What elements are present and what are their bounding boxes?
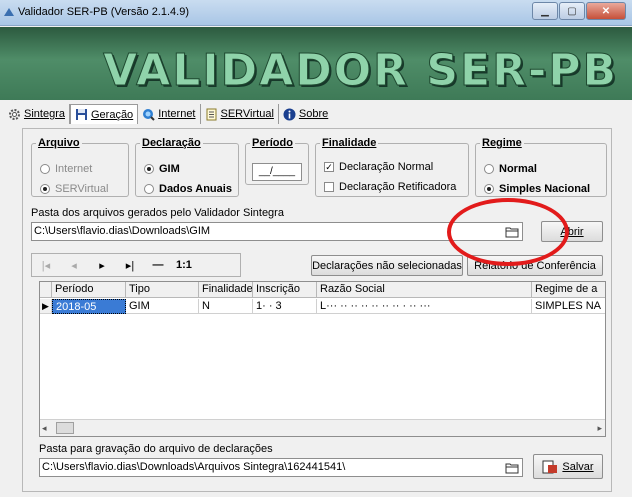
title-bar: Validador SER-PB (Versão 2.1.4.9) ▁ ▢ ✕ <box>0 0 632 26</box>
row-indicator-header <box>40 282 52 298</box>
last-record-button[interactable]: ▸| <box>116 259 144 272</box>
regime-simples-radio[interactable]: Simples Nacional <box>484 183 590 195</box>
source-folder-label: Pasta dos arquivos gerados pelo Validado… <box>31 207 284 219</box>
arquivo-servirtual-radio[interactable]: SERVirtual <box>40 183 108 195</box>
dest-folder-input[interactable]: C:\Users\flavio.dias\Downloads\Arquivos … <box>39 458 523 477</box>
record-navigator: |◂ ◂ ▸ ▸| — 1:1 <box>31 253 241 277</box>
folder-icon <box>505 463 519 473</box>
delete-record-button[interactable]: — <box>144 259 172 271</box>
scroll-left-arrow[interactable]: ◂ <box>42 423 47 434</box>
regime-label: Regime <box>482 137 522 149</box>
table-cell-finalidade[interactable]: N <box>199 299 253 314</box>
checkbox-indicator: ✓ <box>324 162 334 172</box>
gear-icon <box>9 108 20 120</box>
scroll-right-arrow[interactable]: ▸ <box>597 423 602 434</box>
declaracao-anuais-radio[interactable]: Dados Anuais <box>144 183 232 195</box>
tab-sintegra[interactable]: Sintegra <box>4 104 70 124</box>
option-label: Declaração Retificadora <box>339 181 457 193</box>
option-label: GIM <box>159 163 180 175</box>
finalidade-normal-checkbox[interactable]: ✓ Declaração Normal <box>324 161 433 173</box>
option-label: Dados Anuais <box>159 183 232 195</box>
regime-normal-radio[interactable]: Normal <box>484 163 537 175</box>
option-label: Normal <box>499 163 537 175</box>
tab-geracao[interactable]: Geração <box>69 104 139 124</box>
maximize-button[interactable]: ▢ <box>559 2 585 20</box>
option-label: Declaração Normal <box>339 161 434 173</box>
declarations-grid[interactable]: Período Tipo Finalidade Inscrição Razão … <box>39 281 606 437</box>
tab-internet[interactable]: Internet <box>138 104 201 124</box>
option-label: SERVirtual <box>55 183 109 195</box>
banner: VALIDADOR SER-PB <box>0 27 632 100</box>
first-record-button[interactable]: |◂ <box>32 259 60 272</box>
checkbox-indicator <box>324 182 334 192</box>
prior-record-button[interactable]: ◂ <box>60 259 88 272</box>
record-position: 1:1 <box>176 259 192 271</box>
dest-folder-label: Pasta para gravação do arquivo de declar… <box>39 443 273 455</box>
tab-label: Geração <box>90 108 134 121</box>
tab-servirtual[interactable]: SERVirtual <box>201 104 279 124</box>
horizontal-scrollbar[interactable]: ◂ ▸ <box>40 419 605 436</box>
tab-label: Sobre <box>298 108 329 120</box>
column-header-razao-social[interactable]: Razão Social <box>317 282 532 298</box>
table-cell-razao-social[interactable]: L··· ·· ·· ·· ·· ·· ·· · ·· ··· <box>317 299 532 314</box>
column-header-finalidade[interactable]: Finalidade <box>199 282 253 298</box>
periodo-group: Período __/____ <box>245 137 309 185</box>
column-header-periodo[interactable]: Período <box>52 282 126 298</box>
banner-logo-text: VALIDADOR SER-PB <box>103 45 618 97</box>
app-icon <box>4 8 14 16</box>
next-record-button[interactable]: ▸ <box>88 259 116 272</box>
tab-label: SERVirtual <box>220 108 274 120</box>
arquivo-internet-radio[interactable]: Internet <box>40 163 92 175</box>
option-label: Simples Nacional <box>499 183 591 195</box>
globe-search-icon <box>143 108 155 121</box>
finalidade-group: Finalidade ✓ Declaração Normal Declaração… <box>315 137 469 197</box>
radio-indicator <box>144 184 154 194</box>
info-icon <box>283 108 296 120</box>
close-button[interactable]: ✕ <box>586 2 626 20</box>
window-title: Validador SER-PB (Versão 2.1.4.9) <box>18 6 189 18</box>
arquivo-group: Arquivo Internet SERVirtual <box>31 137 129 197</box>
declaracao-label: Declaração <box>142 137 201 149</box>
scroll-thumb[interactable] <box>56 422 74 434</box>
declaracao-gim-radio[interactable]: GIM <box>144 163 180 175</box>
radio-indicator <box>484 164 494 174</box>
radio-indicator <box>484 184 494 194</box>
table-cell-tipo[interactable]: GIM <box>126 299 199 314</box>
window-controls: ▁ ▢ ✕ <box>532 2 626 20</box>
table-cell-regime[interactable]: SIMPLES NA <box>532 299 605 314</box>
tab-label: Sintegra <box>24 108 65 120</box>
table-cell-inscricao[interactable]: 1· · 3 <box>253 299 317 314</box>
minimize-button[interactable]: ▁ <box>532 2 558 20</box>
radio-indicator <box>40 184 50 194</box>
column-header-regime[interactable]: Regime de a <box>532 282 605 298</box>
button-label: Declarações não selecionadas <box>312 259 462 272</box>
unselected-declarations-button[interactable]: Declarações não selecionadas <box>311 255 463 276</box>
row-indicator: ▶ <box>40 299 52 314</box>
regime-group: Regime Normal Simples Nacional <box>475 137 607 197</box>
periodo-label: Período <box>252 137 293 149</box>
salvar-button[interactable]: Salvar <box>533 454 603 479</box>
annotation-circle <box>447 198 569 266</box>
tab-label: Internet <box>158 108 196 120</box>
browse-dest-folder-button[interactable] <box>503 460 521 475</box>
radio-indicator <box>40 164 50 174</box>
arquivo-label: Arquivo <box>38 137 80 149</box>
declaracao-group: Declaração GIM Dados Anuais <box>135 137 239 197</box>
finalidade-label: Finalidade <box>322 137 377 149</box>
tab-sobre[interactable]: Sobre <box>279 104 332 124</box>
document-icon <box>206 108 216 120</box>
floppy-disk-icon <box>75 109 87 120</box>
tab-bar: Sintegra Geração Internet SERVirtual Sob… <box>4 104 332 124</box>
column-header-tipo[interactable]: Tipo <box>126 282 199 298</box>
geracao-panel: Arquivo Internet SERVirtual Declaração G… <box>22 128 612 492</box>
periodo-input[interactable]: __/____ <box>252 163 302 181</box>
table-cell-periodo[interactable]: 2018-05 <box>52 299 126 314</box>
finalidade-retificadora-checkbox[interactable]: Declaração Retificadora <box>324 181 456 193</box>
option-label: Internet <box>55 163 93 175</box>
column-header-inscricao[interactable]: Inscrição <box>253 282 317 298</box>
save-document-icon <box>542 460 558 473</box>
radio-indicator <box>144 164 154 174</box>
salvar-label: Salvar <box>562 460 594 473</box>
